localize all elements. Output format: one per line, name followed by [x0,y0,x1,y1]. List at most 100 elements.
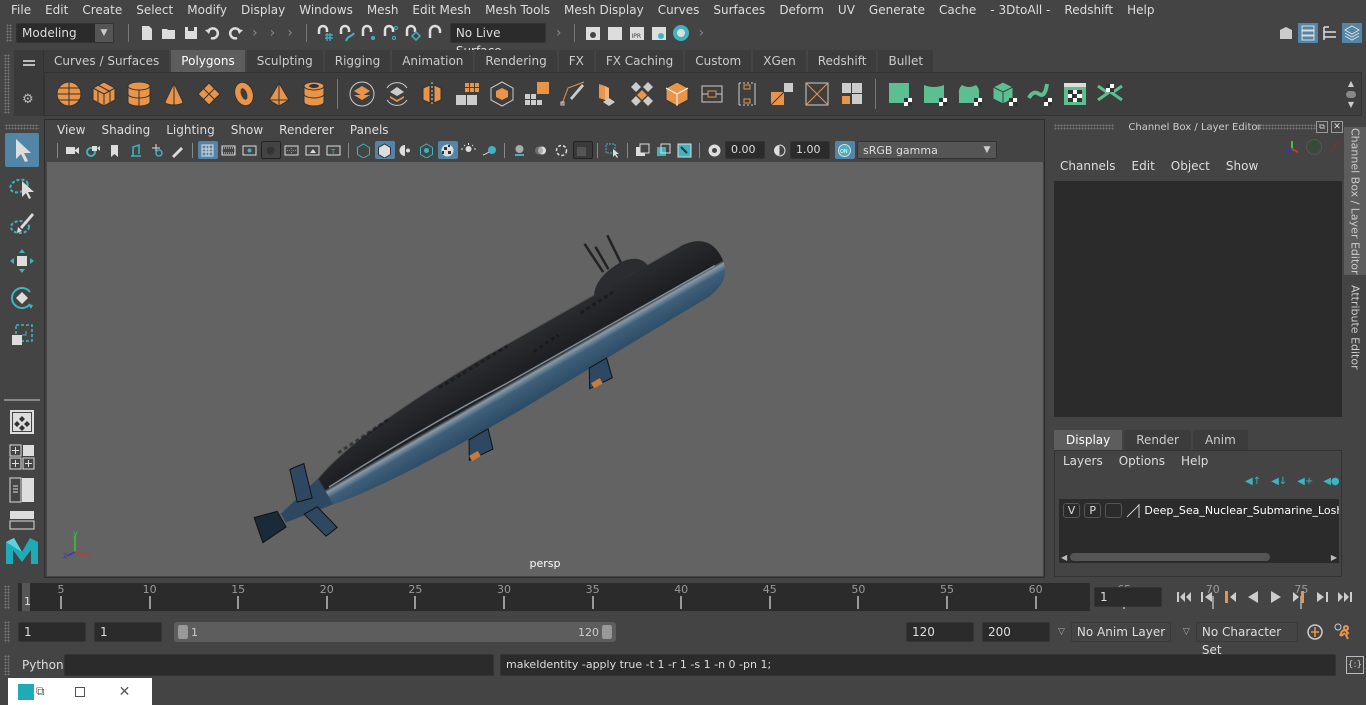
multi-cut-icon[interactable] [557,79,587,109]
smooth-icon[interactable] [452,79,482,109]
bridge-icon[interactable] [627,79,657,109]
color-space-dropdown[interactable]: sRGB gamma ▼ [857,141,997,159]
horizontal-scrollbar[interactable]: ◀ ▶ [1059,551,1339,563]
layer-display-type-toggle[interactable] [1105,502,1123,518]
restore-icon[interactable]: ⧉ [36,684,45,699]
current-frame-field[interactable]: 1 [1094,587,1162,607]
menu-deform[interactable]: Deform [772,0,831,20]
single-perspective-layout[interactable] [5,405,39,439]
shelf-tab-custom[interactable]: Custom [685,50,753,72]
range-start-handle[interactable] [178,625,188,639]
live-surface-field[interactable]: No Live Surface [449,23,546,58]
move-layer-up-icon[interactable]: ◀↑ [1245,476,1261,487]
time-slider[interactable]: 1 51015202530354045505560657075808590951… [18,583,1308,611]
menu-mesh[interactable]: Mesh [360,0,406,20]
side-tab-attribute-editor[interactable]: Attribute Editor [1344,279,1366,375]
attribute-editor-icon[interactable] [1298,23,1318,43]
exposure-field[interactable]: 0.00 [725,141,765,159]
menu-generate[interactable]: Generate [862,0,932,20]
shelf-tab-animation[interactable]: Animation [392,50,475,72]
lights-icon[interactable] [459,141,479,159]
play-forwards-icon[interactable] [1264,587,1287,607]
command-input[interactable] [64,654,494,676]
new-layer-selected-icon[interactable]: ◀● [1323,476,1339,487]
menu-surfaces[interactable]: Surfaces [706,0,772,20]
collapse-arrow-icon[interactable]: › [270,25,276,41]
poly-pipe-icon[interactable] [299,79,329,109]
menu-redshift[interactable]: Redshift [1057,0,1120,20]
snap-live-icon[interactable] [403,23,423,43]
isolate-select-icon[interactable] [603,141,623,159]
uv-spherical-icon[interactable] [955,79,985,109]
step-forward-frame-icon[interactable] [1310,587,1333,607]
shelf-tab-redshift[interactable]: Redshift [807,50,878,72]
select-camera-icon[interactable] [63,141,83,159]
ambient-occlusion-icon[interactable] [510,141,530,159]
drag-handle[interactable] [4,621,10,643]
scroll-thumb[interactable] [1070,553,1271,561]
mirror-icon[interactable] [417,79,447,109]
layer-visibility-toggle[interactable]: V [1063,502,1081,518]
offset-edge-loop-icon[interactable] [732,79,762,109]
smooth-shade-icon[interactable] [374,141,395,159]
xray-joints-icon[interactable] [633,141,653,159]
grid-toggle-icon[interactable] [197,141,218,159]
float-panel-icon[interactable]: ⧉ [1316,121,1328,133]
poly-sphere-icon[interactable] [54,79,84,109]
submarine-model[interactable] [47,162,1043,576]
move-tool[interactable] [5,244,39,278]
hypershade-icon[interactable] [671,23,691,43]
menu-file[interactable]: File [4,0,38,20]
bevel-icon[interactable] [662,79,692,109]
channel-menu-channels[interactable]: Channels [1052,159,1124,173]
shelf-tab-fx[interactable]: FX [558,50,595,72]
vp-menu-panels[interactable]: Panels [342,123,397,137]
layer-tab-display[interactable]: Display [1054,430,1123,450]
menu-windows[interactable]: Windows [292,0,360,20]
scale-tool[interactable] [5,318,39,352]
drag-handle[interactable] [5,124,39,130]
layer-tab-anim[interactable]: Anim [1192,430,1248,450]
shelf-tab-xgen[interactable]: XGen [753,50,807,72]
menu-display[interactable]: Display [234,0,292,20]
scroll-thumb[interactable] [1346,90,1356,98]
script-language-toggle[interactable]: Python [22,658,64,672]
layer-playback-toggle[interactable]: P [1084,502,1102,518]
poly-cylinder-icon[interactable] [124,79,154,109]
menu-select[interactable]: Select [129,0,180,20]
layer-row[interactable]: V P Deep_Sea_Nuclear_Submarine_Losha [1059,499,1339,519]
menu-cache[interactable]: Cache [932,0,983,20]
go-to-end-icon[interactable] [1333,587,1356,607]
anim-layer-dropdown-arrow[interactable]: ▽ [1058,627,1065,637]
playback-start-field[interactable]: 1 [94,622,162,642]
channel-menu-show[interactable]: Show [1218,159,1266,173]
uv-cylindrical-icon[interactable] [920,79,950,109]
drag-handle[interactable] [4,585,10,609]
go-to-start-icon[interactable] [1172,587,1195,607]
poly-torus-icon[interactable] [229,79,259,109]
poly-plane-icon[interactable] [194,79,224,109]
uv-editor-icon[interactable] [1060,79,1090,109]
channel-box-icon[interactable] [1342,23,1362,43]
menu-mesh-tools[interactable]: Mesh Tools [478,0,557,20]
shelf-tab-polygons[interactable]: Polygons [171,50,246,72]
hud-icon[interactable] [675,141,695,159]
anim-layer-selector[interactable]: No Anim Layer [1070,622,1171,642]
collapse-arrow-icon[interactable]: › [556,25,562,41]
exposure-icon[interactable] [705,141,725,159]
menu-create[interactable]: Create [75,0,129,20]
shelf-tab-bullet[interactable]: Bullet [878,50,935,72]
target-weld-icon[interactable] [767,79,797,109]
scroll-down-icon[interactable]: ▼ [1348,100,1354,109]
character-set-dropdown-arrow[interactable]: ▽ [1183,627,1190,637]
render-settings-icon[interactable] [649,23,669,43]
new-layer-icon[interactable]: ◀+ [1297,476,1313,487]
manipulator-axis-icon[interactable] [1284,139,1300,155]
scroll-left-icon[interactable]: ◀ [1061,553,1067,562]
auto-key-icon[interactable] [1306,623,1324,641]
maximize-icon[interactable] [74,686,85,697]
gear-icon[interactable]: ⚙ [22,92,34,107]
field-chart-icon[interactable] [282,141,302,159]
script-editor-icon[interactable]: {:} [1346,656,1364,674]
layer-color-icon[interactable] [1126,503,1140,518]
